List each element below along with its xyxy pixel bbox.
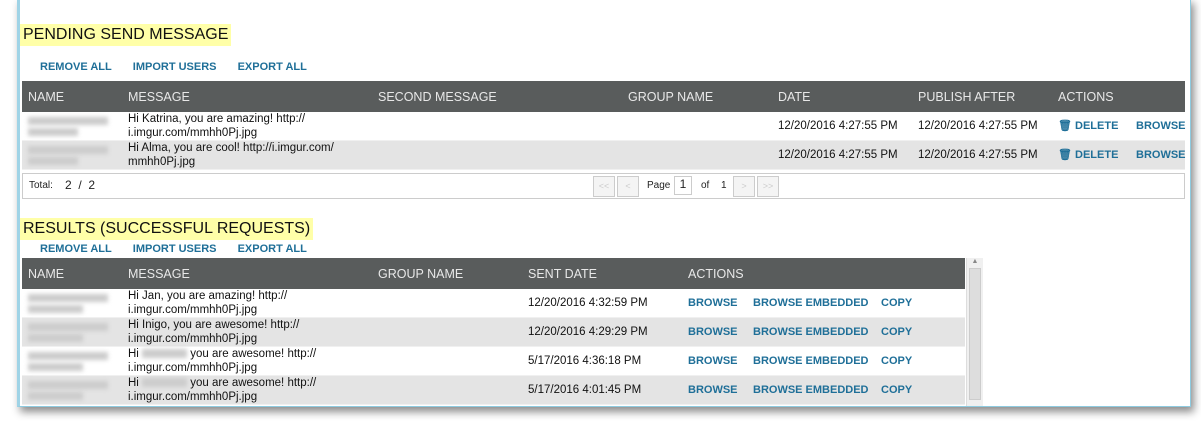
- col-name[interactable]: NAME: [22, 81, 122, 112]
- publish-cell: 12/20/2016 4:27:55 PM: [912, 140, 1052, 170]
- vertical-scrollbar[interactable]: ▲: [966, 258, 983, 406]
- browse-embedded-button[interactable]: BROWSE EMBEDDED: [753, 355, 869, 367]
- scroll-thumb[interactable]: [969, 268, 981, 400]
- message-text: Hi Jan, you are amazing! http://: [128, 290, 288, 302]
- message-url: i.imgur.com/mmhh0Pj.jpg: [128, 362, 258, 374]
- table-row: Hi you are awesome! http:// i.imgur.com/m…: [22, 346, 965, 376]
- name-cell: [22, 140, 122, 170]
- date-cell: 12/20/2016 4:27:55 PM: [772, 112, 912, 141]
- col-actions: ACTIONS: [1052, 81, 1130, 112]
- browse-button[interactable]: BROWSE: [688, 297, 738, 309]
- results-table: NAME MESSAGE GROUP NAME SENT DATE ACTION…: [22, 258, 965, 405]
- message-url: i.imgur.com/mmhh0Pj.jpg: [128, 304, 258, 316]
- delete-label: DELETE: [1075, 120, 1119, 132]
- message-url: i.imgur.com/mmhh0Pj.jpg: [128, 333, 258, 345]
- col-actions: ACTIONS: [682, 258, 965, 289]
- table-row: Hi Alma, you are cool! http://i.imgur.co…: [22, 140, 1186, 170]
- table-row: Hi Inigo, you are awesome! http:// i.imgu…: [22, 317, 965, 347]
- publish-cell: 12/20/2016 4:27:55 PM: [912, 112, 1052, 141]
- copy-button[interactable]: COPY: [881, 297, 912, 309]
- message-text: you are awesome! http://: [190, 377, 317, 389]
- message-cell: Hi Alma, you are cool! http://i.imgur.co…: [122, 140, 372, 170]
- page-input[interactable]: 1: [674, 176, 692, 195]
- remove-all-link[interactable]: REMOVE ALL: [40, 61, 112, 73]
- delete-label: DELETE: [1075, 149, 1119, 161]
- sent-date-cell: 5/17/2016 4:36:18 PM: [522, 346, 682, 376]
- browse-button[interactable]: BROWSE: [688, 384, 738, 396]
- browse-embedded-button[interactable]: BROWSE EMBEDDED: [753, 297, 869, 309]
- delete-button[interactable]: 🗑 DELETE: [1058, 149, 1118, 161]
- redacted-name: [142, 378, 188, 388]
- pending-title: PENDING SEND MESSAGE: [20, 24, 232, 46]
- remove-all-link[interactable]: REMOVE ALL: [40, 243, 112, 255]
- message-cell: Hi Inigo, you are awesome! http:// i.imgu…: [122, 317, 372, 347]
- table-row: Hi Katrina, you are amazing! http:// i.i…: [22, 112, 1186, 141]
- table-row: Hi Jan, you are amazing! http:// i.imgur.…: [22, 289, 965, 318]
- table-row: Hi you are awesome! http:// i.imgur.com/m…: [22, 375, 965, 405]
- message-cell: Hi you are awesome! http:// i.imgur.com/m…: [122, 375, 372, 405]
- last-page-button[interactable]: >>: [757, 176, 779, 197]
- col-group-name[interactable]: GROUP NAME: [372, 258, 522, 289]
- col-name[interactable]: NAME: [22, 258, 122, 289]
- pending-links: REMOVE ALL IMPORT USERS EXPORT ALL: [40, 61, 325, 73]
- browse-button[interactable]: BROWSE: [688, 326, 738, 338]
- scroll-up-icon[interactable]: ▲: [967, 258, 983, 265]
- pending-table: NAME MESSAGE SECOND MESSAGE GROUP NAME D…: [22, 81, 1186, 170]
- name-cell: [22, 346, 122, 376]
- name-cell: [22, 289, 122, 318]
- copy-button[interactable]: COPY: [881, 326, 912, 338]
- name-cell: [22, 375, 122, 405]
- copy-button[interactable]: COPY: [881, 384, 912, 396]
- sent-date-cell: 12/20/2016 4:32:59 PM: [522, 289, 682, 318]
- sent-date-cell: 12/20/2016 4:29:29 PM: [522, 317, 682, 347]
- prev-page-button[interactable]: <: [617, 176, 639, 197]
- total-count: 2 / 2: [65, 178, 96, 192]
- col-group-name[interactable]: GROUP NAME: [622, 81, 772, 112]
- table-header: NAME MESSAGE GROUP NAME SENT DATE ACTION…: [22, 258, 965, 289]
- col-second-message[interactable]: SECOND MESSAGE: [372, 81, 622, 112]
- message-text: Hi Inigo, you are awesome! http://: [128, 319, 300, 331]
- table-header: NAME MESSAGE SECOND MESSAGE GROUP NAME D…: [22, 81, 1185, 112]
- results-links: REMOVE ALL IMPORT USERS EXPORT ALL: [40, 243, 325, 255]
- export-all-link[interactable]: EXPORT ALL: [238, 61, 307, 73]
- sent-date-cell: 5/17/2016 4:01:45 PM: [522, 375, 682, 405]
- trash-icon: 🗑: [1058, 120, 1072, 132]
- col-date[interactable]: DATE: [772, 81, 912, 112]
- results-title: RESULTS (SUCCESSFUL REQUESTS): [20, 218, 314, 240]
- col-sent-date[interactable]: SENT DATE: [522, 258, 682, 289]
- page-label: Page: [647, 180, 671, 191]
- browse-button[interactable]: BROWSE: [1136, 149, 1186, 161]
- browse-button[interactable]: BROWSE: [1136, 120, 1186, 132]
- col-message[interactable]: MESSAGE: [122, 81, 372, 112]
- browse-button[interactable]: BROWSE: [688, 355, 738, 367]
- export-all-link[interactable]: EXPORT ALL: [238, 243, 307, 255]
- col-message[interactable]: MESSAGE: [122, 258, 372, 289]
- trash-icon: 🗑: [1058, 149, 1072, 161]
- message-cell: Hi Katrina, you are amazing! http:// i.i…: [122, 112, 372, 141]
- import-users-link[interactable]: IMPORT USERS: [133, 61, 217, 73]
- first-page-button[interactable]: <<: [593, 176, 615, 197]
- delete-button[interactable]: 🗑 DELETE: [1058, 120, 1118, 132]
- message-text: you are awesome! http://: [190, 348, 317, 360]
- name-cell: [22, 112, 122, 141]
- col-publish-after[interactable]: PUBLISH AFTER: [912, 81, 1052, 112]
- date-cell: 12/20/2016 4:27:55 PM: [772, 140, 912, 170]
- pager: Total: 2 / 2 << < Page 1 of 1 > >>: [22, 173, 1185, 199]
- redacted-name: [142, 349, 188, 359]
- message-url: i.imgur.com/mmhh0Pj.jpg: [128, 391, 258, 403]
- next-page-button[interactable]: >: [733, 176, 755, 197]
- message-cell: Hi Jan, you are amazing! http:// i.imgur.…: [122, 289, 372, 318]
- import-users-link[interactable]: IMPORT USERS: [133, 243, 217, 255]
- browse-embedded-button[interactable]: BROWSE EMBEDDED: [753, 326, 869, 338]
- app-window: PENDING SEND MESSAGE REMOVE ALL IMPORT U…: [17, 0, 1191, 407]
- copy-button[interactable]: COPY: [881, 355, 912, 367]
- total-label: Total:: [29, 180, 53, 191]
- name-cell: [22, 317, 122, 347]
- page-count: 1: [721, 180, 727, 191]
- of-label: of: [701, 180, 710, 191]
- message-text: Hi: [128, 377, 139, 389]
- message-text: Hi: [128, 348, 139, 360]
- message-cell: Hi you are awesome! http:// i.imgur.com/m…: [122, 346, 372, 376]
- browse-embedded-button[interactable]: BROWSE EMBEDDED: [753, 384, 869, 396]
